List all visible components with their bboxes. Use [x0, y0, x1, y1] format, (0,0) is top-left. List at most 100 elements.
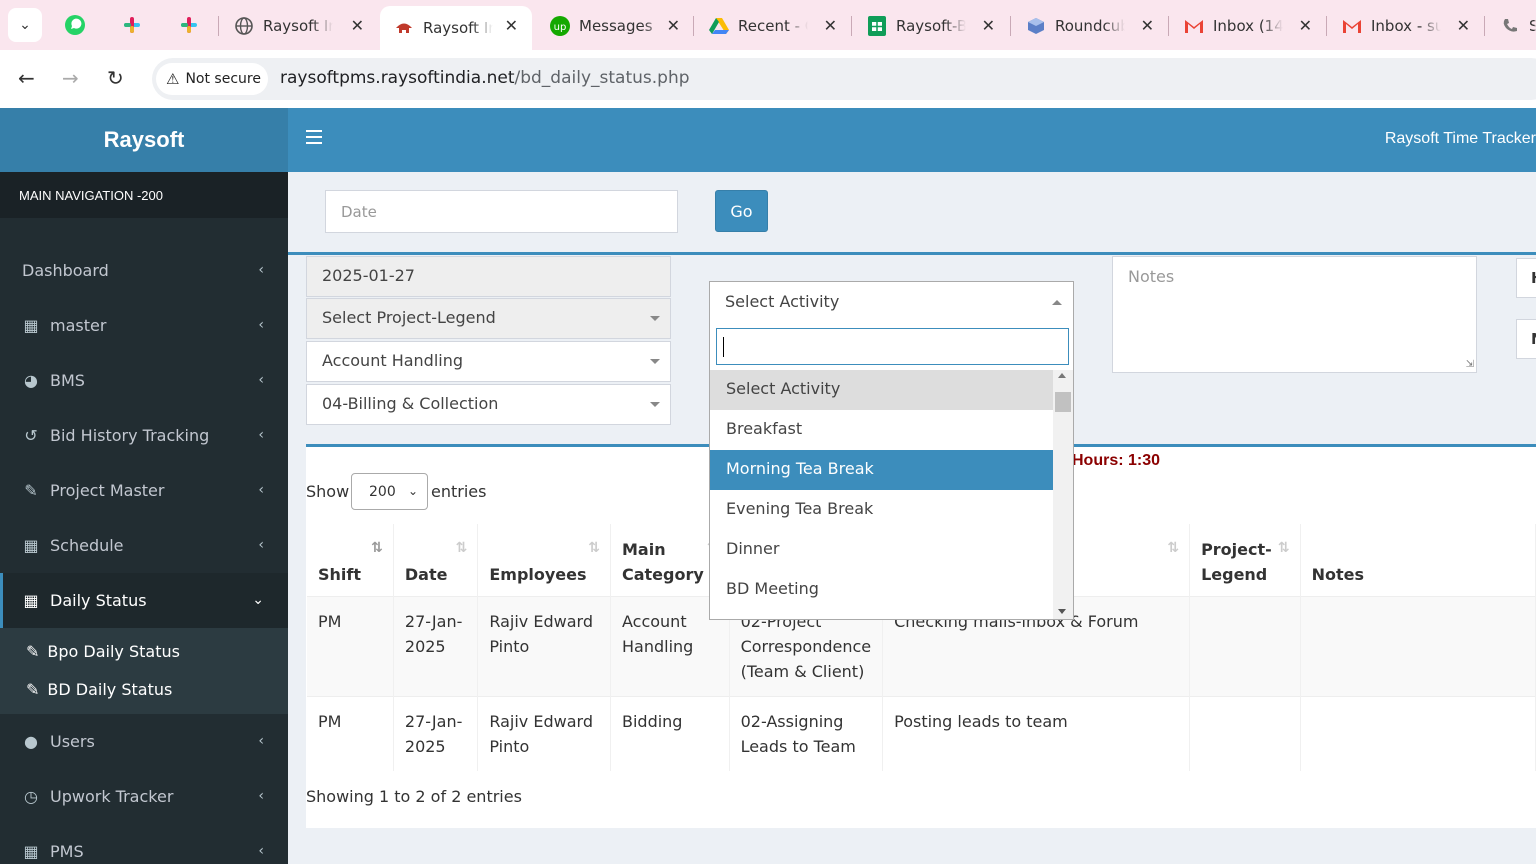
- close-icon[interactable]: ✕: [1457, 16, 1470, 35]
- browser-tab[interactable]: Inbox (144 ✕: [1170, 6, 1326, 46]
- column-header-shift[interactable]: Shift ⇅: [307, 524, 394, 596]
- url-text[interactable]: raysoftpms.raysoftindia.net/bd_daily_sta…: [280, 68, 690, 88]
- sidebar-item-bms[interactable]: ◕ BMS ‹: [0, 353, 288, 408]
- google-sheets-icon: [867, 16, 887, 36]
- activity-select[interactable]: Select Activity: [709, 281, 1074, 323]
- go-button[interactable]: Go: [715, 190, 768, 232]
- header-label: Notes: [1311, 564, 1364, 584]
- browser-tab[interactable]: Inbox - su ✕: [1328, 6, 1484, 46]
- main-category-select[interactable]: Account Handling: [306, 341, 671, 382]
- column-header-employees[interactable]: Employees ⇅: [477, 524, 611, 596]
- activity-option[interactable]: Select Activity: [710, 370, 1053, 410]
- sidebar-item-daily-status[interactable]: ▦ Daily Status ⌄: [0, 573, 288, 628]
- project-legend-select[interactable]: Select Project-Legend: [306, 298, 671, 339]
- history-icon: ↺: [24, 426, 38, 445]
- browser-tab-active[interactable]: Raysoft Inf ✕: [380, 6, 532, 50]
- hamburger-menu-icon[interactable]: [306, 130, 322, 148]
- column-header-project-legend[interactable]: Project-Legend ⇅: [1189, 524, 1301, 596]
- phone-icon: [1500, 16, 1520, 36]
- activity-option[interactable]: Breakfast: [710, 410, 1053, 450]
- slack-icon[interactable]: [177, 13, 201, 37]
- activity-search-input[interactable]: [716, 328, 1069, 365]
- activity-option-highlighted[interactable]: Morning Tea Break: [710, 450, 1053, 490]
- daily-status-submenu: ✎ Bpo Daily Status ✎ BD Daily Status: [0, 628, 288, 714]
- activity-option[interactable]: BD Meeting: [710, 570, 1053, 610]
- project-legend-value: Select Project-Legend: [322, 308, 496, 327]
- brand-logo[interactable]: Raysoft: [0, 108, 288, 172]
- forward-arrow-icon[interactable]: →: [62, 66, 79, 90]
- omnibox[interactable]: ⚠ Not secure raysoftpms.raysoftindia.net…: [152, 58, 1536, 100]
- section-divider: [288, 252, 1536, 255]
- sidebar-item-schedule[interactable]: ▦ Schedule ‹: [0, 518, 288, 573]
- header-label: Project-Legend: [1201, 539, 1272, 584]
- caret-up-icon: [1052, 300, 1062, 305]
- top-navbar: Raysoft Time Tracker: [288, 108, 1536, 172]
- browser-tab[interactable]: up Messages ✕: [536, 6, 694, 46]
- close-icon[interactable]: ✕: [982, 16, 995, 35]
- date-filter-input[interactable]: Date: [325, 190, 678, 233]
- sidebar-item-label: Schedule: [50, 536, 124, 555]
- security-chip[interactable]: ⚠ Not secure: [156, 63, 268, 95]
- close-icon[interactable]: ✕: [1299, 16, 1312, 35]
- header-label: Shift: [318, 564, 362, 584]
- entries-per-page-select[interactable]: 200 ⌄: [351, 473, 428, 510]
- notes-textarea[interactable]: Notes ⇲: [1112, 256, 1477, 373]
- cell-notes: [1300, 595, 1536, 696]
- browser-tab[interactable]: Recent - G ✕: [695, 6, 851, 46]
- browser-tab[interactable]: Raysoft Inf ✕: [220, 6, 378, 46]
- header-label: Main Category: [621, 539, 704, 584]
- close-icon[interactable]: ✕: [824, 16, 837, 35]
- browser-tab[interactable]: Roundcub ✕: [1012, 6, 1168, 46]
- notes-placeholder: Notes: [1128, 267, 1175, 286]
- sidebar-item-master[interactable]: ▦ master ‹: [0, 298, 288, 353]
- scroll-down-arrow-icon[interactable]: [1058, 609, 1066, 614]
- scrollbar-thumb[interactable]: [1055, 392, 1071, 412]
- sidebar-subitem-bpo-daily-status[interactable]: ✎ Bpo Daily Status: [0, 632, 288, 670]
- whatsapp-icon[interactable]: [63, 13, 87, 37]
- total-hours: Hours: 1:30: [1072, 452, 1161, 469]
- cell-sub-category: 02-Assigning Leads to Team: [729, 695, 884, 771]
- hours-field[interactable]: H: [1516, 258, 1536, 298]
- close-icon[interactable]: ✕: [667, 16, 680, 35]
- close-icon[interactable]: ✕: [1141, 16, 1154, 35]
- sidebar-item-label: Users: [50, 732, 95, 751]
- browser-tab[interactable]: S: [1486, 6, 1536, 46]
- sidebar-subitem-label: Bpo Daily Status: [47, 641, 180, 661]
- sidebar-item-upwork-tracker[interactable]: ◷ Upwork Tracker ‹: [0, 769, 288, 824]
- close-icon[interactable]: ✕: [351, 16, 364, 35]
- tab-search-button[interactable]: ⌄: [8, 8, 42, 42]
- slack-icon[interactable]: [120, 13, 144, 37]
- chevron-left-icon: ‹: [258, 427, 264, 443]
- chevron-down-icon: ⌄: [19, 17, 31, 33]
- activity-dropdown: Select Activity Breakfast Morning Tea Br…: [709, 322, 1074, 620]
- sort-icon: ⇅: [1277, 540, 1290, 556]
- resize-grip-icon[interactable]: ⇲: [1466, 359, 1474, 370]
- chevron-left-icon: ‹: [258, 317, 264, 333]
- sub-category-select[interactable]: 04-Billing & Collection: [306, 384, 671, 425]
- sidebar-item-pms[interactable]: ▦ PMS ‹: [0, 824, 288, 864]
- browser-tab[interactable]: Raysoft-BD ✕: [853, 6, 1009, 46]
- sidebar-item-users[interactable]: ● Users ‹: [0, 714, 288, 769]
- close-icon[interactable]: ✕: [505, 16, 518, 35]
- reload-icon[interactable]: ↻: [107, 66, 124, 90]
- scroll-up-arrow-icon[interactable]: [1058, 373, 1066, 378]
- back-arrow-icon[interactable]: ←: [18, 66, 35, 90]
- sidebar-item-project-master[interactable]: ✎ Project Master ‹: [0, 463, 288, 518]
- activity-option[interactable]: Dinner: [710, 530, 1053, 570]
- column-header-date[interactable]: Date ⇅: [393, 524, 479, 596]
- sidebar-item-dashboard[interactable]: Dashboard ‹: [0, 243, 288, 298]
- main-category-value: Account Handling: [322, 351, 464, 370]
- sidebar-subitem-bd-daily-status[interactable]: ✎ BD Daily Status: [0, 670, 288, 708]
- header-label: Date: [404, 564, 448, 584]
- chevron-left-icon: ‹: [258, 372, 264, 388]
- users-icon: ●: [24, 732, 38, 751]
- activity-option[interactable]: Evening Tea Break: [710, 490, 1053, 530]
- column-header-notes[interactable]: Notes: [1300, 524, 1536, 596]
- raysoft-favicon: [394, 18, 414, 38]
- sidebar-item-bid-history[interactable]: ↺ Bid History Tracking ‹: [0, 408, 288, 463]
- cell-activity: Posting leads to team: [882, 695, 1191, 771]
- cell-project-legend: [1189, 595, 1301, 696]
- dropdown-scrollbar[interactable]: [1053, 370, 1073, 619]
- next-field[interactable]: N: [1516, 319, 1536, 359]
